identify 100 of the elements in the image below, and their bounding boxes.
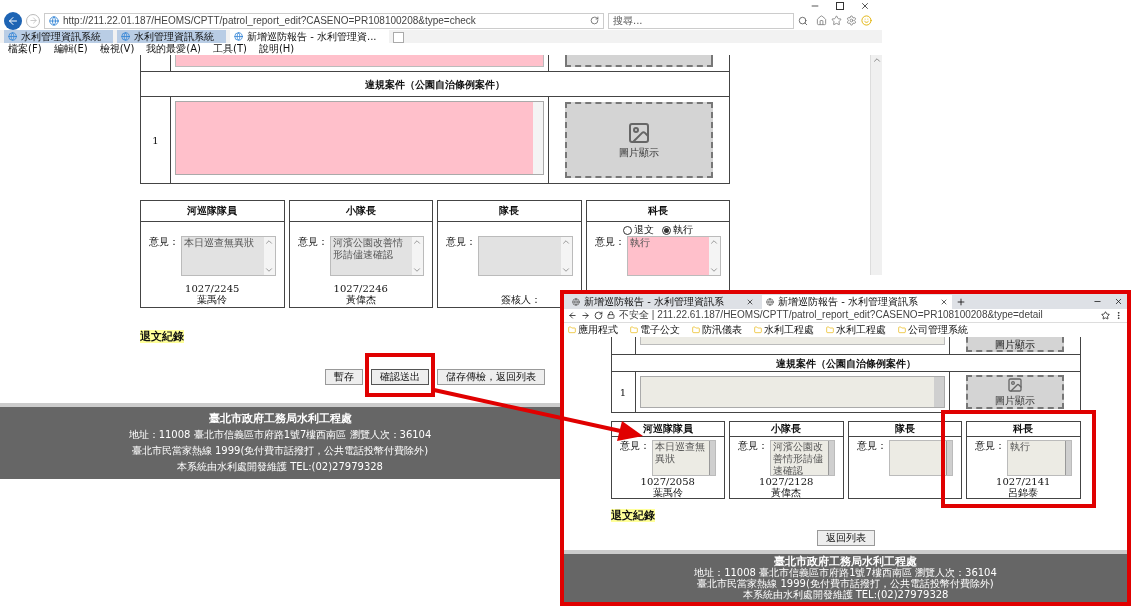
menu-item[interactable]: 工具(T) [213, 43, 247, 55]
close-icon[interactable] [1114, 296, 1123, 306]
folder-icon [754, 326, 762, 335]
bookmark[interactable]: 防汛儀表 [692, 324, 742, 337]
menu-item[interactable]: 編輯(E) [53, 43, 88, 55]
scrollbar[interactable] [1064, 441, 1071, 475]
scrollbar[interactable] [709, 441, 715, 475]
opinion-label: 意見： [149, 236, 179, 249]
opinion-field[interactable] [888, 440, 953, 476]
opinion-field[interactable]: 本日巡查無異狀 [181, 236, 276, 276]
url-text[interactable]: 不安全 | 211.22.61.187/HEOMS/CPTT/patrol_report_edit?CASENO=PR108100208&type=detail [619, 309, 1043, 322]
opinion-field[interactable]: 河濱公園改善情形請儘速確認 [770, 440, 835, 476]
smiley-icon[interactable] [861, 15, 872, 26]
record-heading: 退文紀錄 [610, 509, 655, 522]
lock-icon [607, 311, 615, 320]
bookmark[interactable]: 水利工程處 [826, 324, 886, 337]
signer-name: 黃偉杰 [771, 487, 802, 498]
scroll-down-icon[interactable] [263, 265, 274, 275]
opinion-field[interactable]: 執行 [626, 236, 721, 276]
folder-icon [898, 326, 906, 335]
scrollbar[interactable] [827, 441, 834, 475]
radio-option[interactable]: 退文 [622, 224, 654, 236]
scroll-up-icon[interactable] [263, 237, 274, 247]
menu-icon[interactable] [1114, 311, 1123, 320]
field-text: 執行 [629, 237, 651, 249]
footer-line: 臺北市民當家熱線 1999(免付費市話撥打，公共電話投幣付費除外) [697, 578, 994, 589]
form-button[interactable]: 儲存傳檢，返回列表 [437, 369, 545, 385]
restore-icon[interactable] [836, 1, 844, 10]
forward-icon [28, 16, 38, 25]
address-field[interactable]: http://211.22.01.187/HEOMS/CPTT/patrol_report_edit?CASENO=PR108100208&type=check [44, 12, 604, 29]
row-number: 1 [619, 385, 627, 400]
opinion-field[interactable] [478, 236, 573, 276]
column-heading: 科長 [586, 201, 729, 222]
home-icon[interactable] [816, 15, 827, 26]
globe-icon [8, 32, 17, 41]
scroll-up-icon[interactable] [412, 237, 422, 247]
new-tab-button[interactable] [392, 32, 404, 43]
search-field[interactable]: 搜尋... [608, 12, 794, 29]
sign-date: 1027/2246 [333, 283, 388, 294]
folder-icon [826, 326, 834, 335]
folder-icon [568, 326, 576, 335]
form-button[interactable]: 返回列表 [816, 530, 875, 546]
new-tab-icon[interactable] [956, 296, 966, 307]
back-button[interactable] [4, 11, 22, 30]
sign-date: 1027/2128 [759, 476, 814, 487]
opinion-field[interactable]: 本日巡查無異狀 [651, 440, 716, 476]
back-icon[interactable] [568, 311, 577, 320]
scroll-down-icon[interactable] [412, 265, 422, 275]
bookmark[interactable]: 水利工程處 [754, 324, 814, 337]
star-icon[interactable] [831, 15, 842, 26]
opinion-field[interactable]: 執行 [1007, 440, 1072, 476]
scroll-up-icon[interactable] [560, 237, 571, 247]
menu-item[interactable]: 說明(H) [258, 43, 295, 55]
settings-icon[interactable] [846, 15, 857, 26]
refresh-icon[interactable] [590, 16, 599, 25]
menu-item[interactable]: 檢視(V) [99, 43, 135, 55]
refresh-icon[interactable] [594, 311, 603, 320]
description-field[interactable] [639, 337, 945, 345]
browser-tab[interactable]: 水利管理資訊系統 [117, 30, 226, 43]
opinion-label: 意見： [594, 236, 625, 249]
scroll-up-icon[interactable] [709, 237, 719, 247]
menu-item[interactable]: 檔案(F) [8, 43, 42, 55]
browser-tab[interactable]: 新增巡防報告 - 水利管理資... [230, 30, 389, 43]
field-text: 河濱公園改善情形請儘速確認 [773, 441, 824, 477]
signer-name: 葉禹伶 [197, 294, 228, 305]
signer-name: 黃偉杰 [345, 294, 376, 305]
description-field[interactable] [175, 101, 544, 175]
radio-option[interactable]: 執行 [661, 224, 693, 236]
image-icon [627, 121, 651, 145]
bookmark[interactable]: 電子公文 [630, 324, 680, 337]
browser-tab[interactable]: 水利管理資訊系統 [4, 30, 113, 43]
record-heading: 退文紀錄 [140, 330, 184, 343]
description-field[interactable] [175, 55, 544, 67]
scroll-up-icon[interactable] [871, 55, 882, 65]
close-icon[interactable] [746, 297, 754, 306]
description-field[interactable] [639, 376, 945, 408]
scrollbar[interactable] [946, 441, 952, 475]
close-icon[interactable] [860, 0, 870, 11]
globe-icon [121, 32, 130, 41]
forward-icon[interactable] [581, 311, 590, 320]
menu-item[interactable]: 我的最愛(A) [146, 43, 201, 55]
image-label: 圖片顯示 [994, 339, 1035, 350]
scroll-down-icon[interactable] [709, 265, 719, 275]
opinion-field[interactable]: 河濱公園改善情形請儘速確認 [329, 236, 424, 276]
column-heading: 河巡隊隊員 [141, 201, 284, 222]
search-icon[interactable] [798, 15, 808, 26]
browser-tab[interactable]: 新增巡防報告 - 水利管理資訊系 [762, 294, 952, 309]
form-button[interactable]: 暫存 [325, 369, 363, 385]
field-text: 本日巡查無異狀 [184, 237, 255, 249]
sign-date: 1027/2141 [996, 476, 1051, 487]
column-heading: 科長 [967, 422, 1080, 437]
close-icon[interactable] [940, 297, 948, 306]
bookmark[interactable]: 公司管理系統 [898, 324, 968, 337]
bookmark[interactable]: 應用程式 [568, 324, 618, 337]
url-text: http://211.22.01.187/HEOMS/CPTT/patrol_report_edit?CASENO=PR108100208&type=check [63, 14, 476, 28]
scroll-down-icon[interactable] [560, 265, 571, 275]
star-icon[interactable] [1101, 311, 1110, 320]
signer-label: 簽核人： [500, 294, 542, 305]
highlight-frame [365, 353, 435, 397]
form-button[interactable]: 確認送出 [371, 369, 429, 385]
